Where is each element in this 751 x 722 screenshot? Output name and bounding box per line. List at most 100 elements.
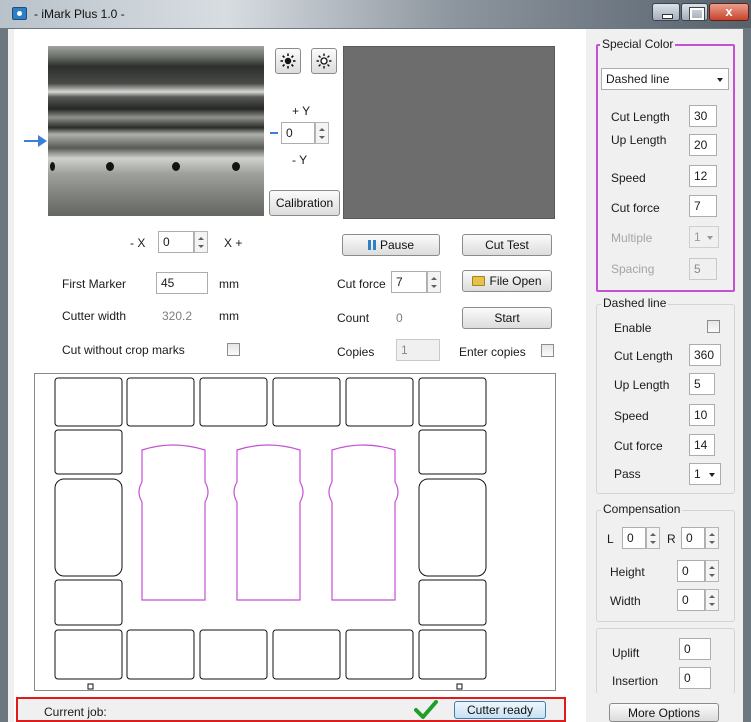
close-button[interactable]: x — [709, 3, 749, 21]
chevron-down-icon — [709, 473, 715, 477]
dl-enable-checkbox[interactable] — [707, 320, 720, 333]
comp-width-input[interactable]: 0 — [677, 589, 705, 611]
crosshair-arrowhead-icon — [38, 135, 47, 147]
folder-icon — [472, 276, 486, 286]
label-shape — [418, 429, 487, 475]
sc-cut-force-input[interactable]: 7 — [689, 195, 717, 217]
uplift-input[interactable]: 0 — [679, 638, 711, 660]
label-shape — [126, 377, 195, 427]
compensation-title: Compensation — [601, 502, 683, 516]
dl-speed-input[interactable]: 10 — [689, 404, 715, 426]
x-offset-spinner[interactable] — [194, 231, 208, 253]
cut-test-button[interactable]: Cut Test — [462, 234, 552, 256]
special-color-mode-select[interactable]: Dashed line — [601, 68, 729, 90]
pause-label: Pause — [379, 238, 415, 252]
uplift-label: Uplift — [612, 646, 640, 660]
camera-hole — [50, 162, 55, 171]
y-offset-input[interactable]: 0 — [281, 122, 315, 144]
file-open-button[interactable]: File Open — [462, 270, 552, 292]
sc-speed-input[interactable]: 12 — [689, 165, 717, 187]
maximize-button[interactable] — [681, 3, 708, 21]
comp-width-spinner[interactable] — [705, 589, 719, 611]
more-options-button[interactable]: More Options — [609, 703, 719, 722]
label-shape — [418, 377, 487, 427]
count-value: 0 — [396, 311, 403, 325]
comp-width-label: Width — [610, 594, 641, 608]
x-offset-input[interactable]: 0 — [158, 231, 194, 253]
sc-spacing-input[interactable]: 5 — [689, 258, 717, 280]
dl-up-length-input[interactable]: 5 — [689, 373, 715, 395]
cutter-ready-button[interactable]: Cutter ready — [454, 701, 546, 719]
minimize-button[interactable] — [652, 3, 680, 21]
special-color-title: Special Color — [600, 37, 676, 51]
sc-multiple-select[interactable]: 1 — [689, 226, 719, 248]
insertion-label: Insertion — [612, 674, 659, 688]
label-shape — [272, 377, 341, 427]
label-shape — [418, 579, 487, 626]
label-shape — [54, 478, 123, 577]
camera-hole — [172, 162, 180, 171]
chevron-down-icon — [707, 236, 713, 240]
comp-l-spinner[interactable] — [646, 527, 660, 549]
first-marker-input[interactable]: 45 — [156, 272, 208, 294]
cut-without-crop-checkbox[interactable] — [227, 343, 240, 356]
label-shape — [418, 478, 487, 577]
uplift-insertion-group: Uplift 0 Insertion 0 — [596, 628, 735, 694]
plus-x-label: X + — [224, 236, 243, 250]
insertion-input[interactable]: 0 — [679, 667, 711, 689]
dashed-line-group: Dashed line Enable Cut Length 360 Up Len… — [596, 296, 735, 494]
label-shape — [345, 377, 414, 427]
status-bar: Current job: Cutter ready — [16, 697, 566, 722]
dl-enable-label: Enable — [614, 321, 652, 335]
camera-hole — [232, 162, 240, 171]
sc-spacing-label: Spacing — [611, 262, 655, 276]
sc-cut-length-input[interactable]: 30 — [689, 105, 717, 127]
start-button[interactable]: Start — [462, 307, 552, 329]
plus-y-label: + Y — [292, 104, 311, 118]
title-bar: - iMark Plus 1.0 - x — [0, 0, 751, 28]
comp-l-label: L — [607, 532, 614, 546]
calibration-button[interactable]: Calibration — [269, 190, 340, 216]
brightness-down-button[interactable] — [275, 48, 301, 74]
comp-height-spinner[interactable] — [705, 560, 719, 582]
comp-r-input[interactable]: 0 — [681, 527, 705, 549]
pause-button[interactable]: Pause — [342, 234, 440, 256]
registration-mark — [87, 683, 94, 690]
label-shape — [54, 579, 123, 626]
dl-cut-force-input[interactable]: 14 — [689, 434, 715, 456]
special-color-shape — [138, 444, 209, 601]
cut-force-input[interactable]: 7 — [391, 271, 427, 293]
layout-canvas[interactable] — [34, 373, 556, 691]
current-job-label: Current job: — [44, 705, 107, 719]
registration-mark — [456, 683, 463, 690]
cutter-width-unit: mm — [219, 309, 239, 323]
sc-cut-length-label: Cut Length — [611, 110, 670, 124]
comp-r-spinner[interactable] — [705, 527, 719, 549]
comp-l-input[interactable]: 0 — [622, 527, 646, 549]
cut-layout-drawing — [54, 377, 487, 690]
cut-force-spinner[interactable] — [427, 271, 441, 293]
app-icon[interactable] — [12, 7, 27, 20]
dl-cut-length-input[interactable]: 360 — [689, 344, 721, 366]
dl-pass-select[interactable]: 1 — [689, 463, 721, 485]
comp-height-label: Height — [610, 565, 645, 579]
sun-icon — [280, 53, 296, 69]
comp-height-input[interactable]: 0 — [677, 560, 705, 582]
first-marker-label: First Marker — [62, 277, 126, 291]
pause-icon — [367, 240, 376, 250]
special-color-shape — [233, 444, 304, 601]
label-shape — [54, 629, 123, 680]
enter-copies-checkbox[interactable] — [541, 344, 554, 357]
sc-up-length-input[interactable]: 20 — [689, 134, 717, 156]
special-color-shape — [328, 444, 399, 601]
close-icon: x — [725, 4, 733, 19]
y-offset-spinner[interactable] — [315, 122, 329, 144]
copies-input[interactable]: 1 — [396, 339, 440, 361]
dl-speed-label: Speed — [614, 409, 649, 423]
minus-y-label: - Y — [292, 153, 308, 167]
cutter-width-label: Cutter width — [62, 309, 127, 323]
label-shape — [199, 629, 268, 680]
brightness-up-button[interactable] — [311, 48, 337, 74]
camera-hole — [106, 162, 114, 171]
label-shape — [126, 629, 195, 680]
